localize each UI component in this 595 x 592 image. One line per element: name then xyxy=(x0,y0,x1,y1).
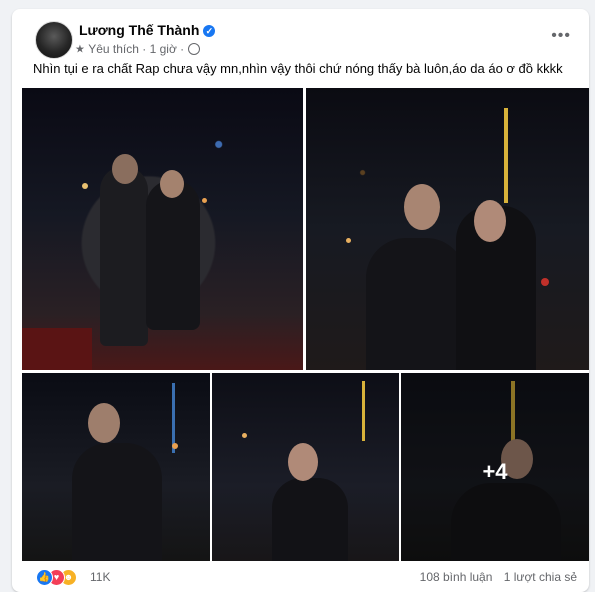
post-photo-3[interactable] xyxy=(22,373,210,561)
engagement-stats: 108 bình luận 1 lượt chia sẻ xyxy=(412,570,577,584)
audience-label[interactable]: Yêu thích xyxy=(88,42,139,56)
meta-separator: · xyxy=(142,41,147,56)
post-author[interactable]: Lương Thế Thành ✓ xyxy=(79,22,216,38)
more-options-icon[interactable]: ••• xyxy=(551,27,571,45)
reaction-count[interactable]: 11K xyxy=(90,570,110,584)
like-icon: 👍 xyxy=(36,569,53,586)
star-icon: ★ xyxy=(75,43,85,56)
author-avatar[interactable] xyxy=(35,21,73,59)
globe-icon xyxy=(187,42,200,55)
post-photo-5[interactable]: +4 xyxy=(401,373,589,561)
post-photo-2[interactable] xyxy=(306,88,589,370)
post-card: Lương Thế Thành ✓ ★ Yêu thích · 1 giờ · •… xyxy=(12,9,589,592)
post-photo-4[interactable] xyxy=(212,373,399,561)
comment-count[interactable]: 108 bình luận xyxy=(420,570,493,584)
post-meta: ★ Yêu thích · 1 giờ · xyxy=(75,41,200,56)
meta-separator: · xyxy=(180,41,185,56)
verified-badge-icon: ✓ xyxy=(203,25,216,37)
share-count[interactable]: 1 lượt chia sẻ xyxy=(504,570,577,584)
author-name[interactable]: Lương Thế Thành xyxy=(79,22,199,38)
post-time[interactable]: 1 giờ xyxy=(150,42,177,56)
more-photos-count[interactable]: +4 xyxy=(401,459,589,485)
post-caption: Nhìn tụi e ra chất Rap chưa vậy mn,nhìn … xyxy=(33,61,563,76)
post-photo-1[interactable] xyxy=(22,88,303,370)
